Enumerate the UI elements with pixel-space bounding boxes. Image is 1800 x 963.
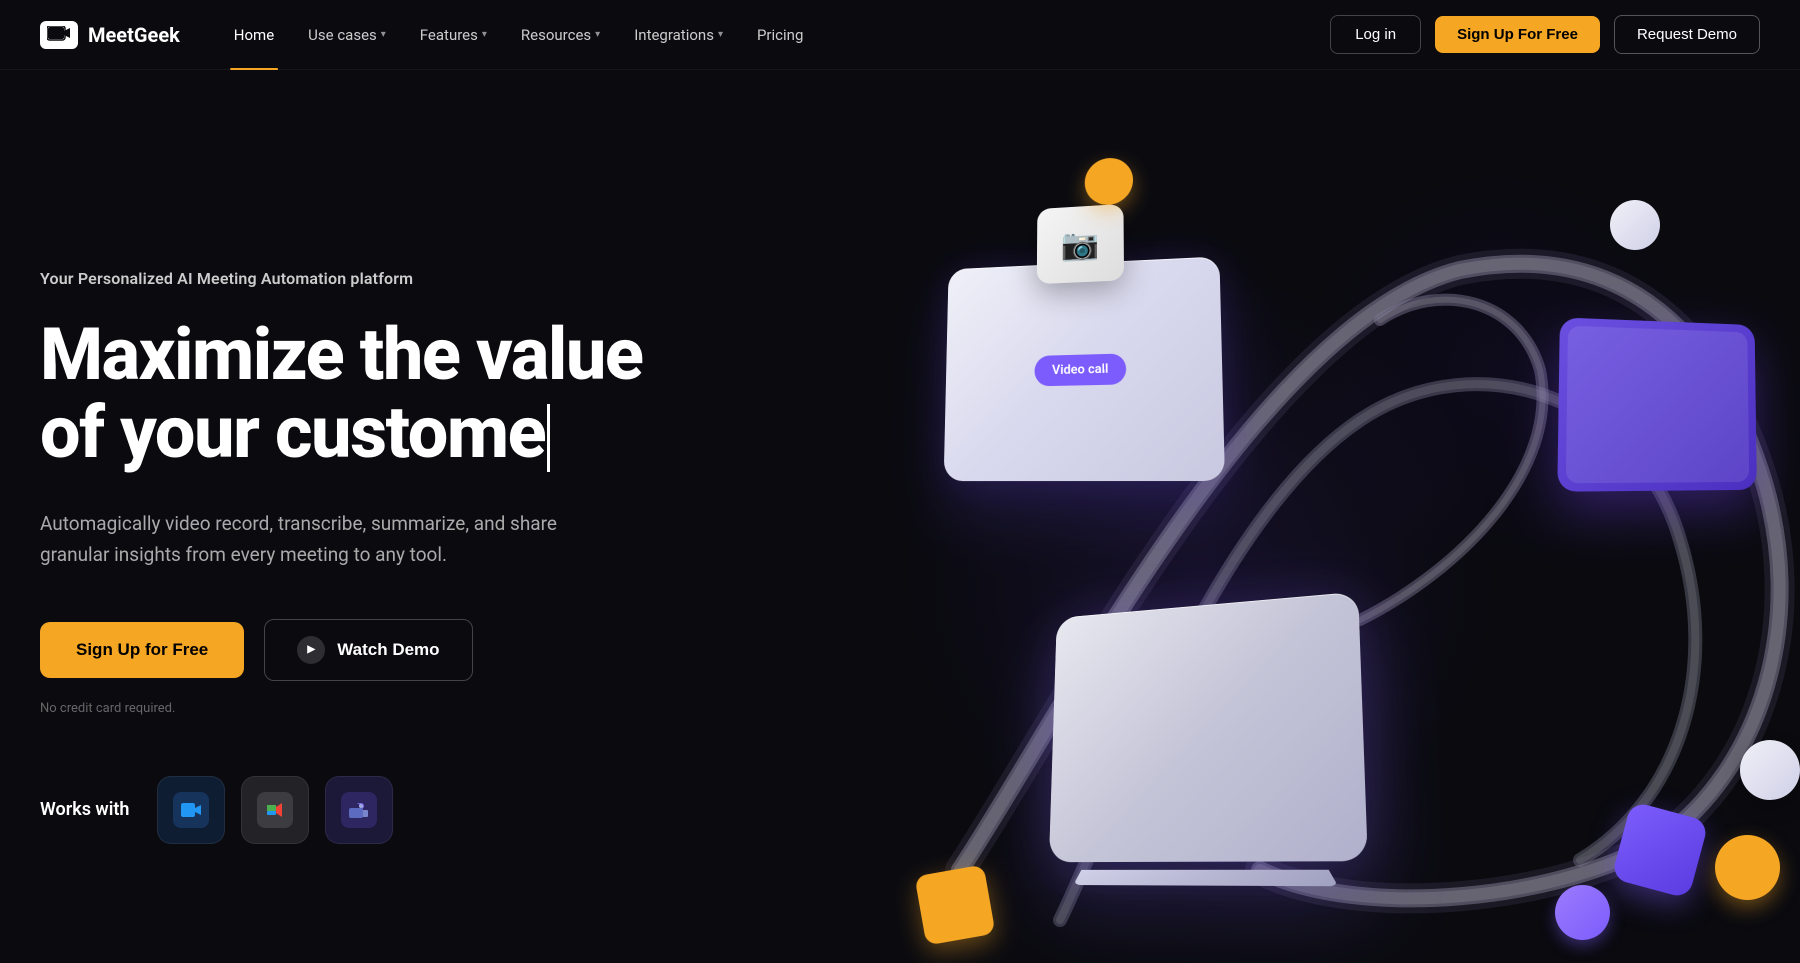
watch-demo-label: Watch Demo xyxy=(337,640,439,660)
visual-scene: 📷 Video call xyxy=(860,120,1800,963)
hero-content: Your Personalized AI Meeting Automation … xyxy=(40,229,643,843)
nav-link-pricing[interactable]: Pricing xyxy=(743,18,817,52)
integration-icon-teams[interactable] xyxy=(325,776,393,844)
nav-right: Log in Sign Up For Free Request Demo xyxy=(1330,15,1760,54)
hero-heading-line2: of your custome xyxy=(40,390,545,475)
signup-nav-button[interactable]: Sign Up For Free xyxy=(1435,16,1600,53)
nav-link-home[interactable]: Home xyxy=(220,18,288,52)
character-purple xyxy=(1555,885,1610,940)
request-demo-button[interactable]: Request Demo xyxy=(1614,15,1760,54)
navbar: MeetGeek Home Use cases ▾ Features ▾ Res… xyxy=(0,0,1800,70)
hero-heading: Maximize the value of your custome xyxy=(40,316,643,472)
cursor-blink xyxy=(547,404,550,472)
hero-buttons: Sign Up for Free ▶ Watch Demo xyxy=(40,619,643,681)
integration-icon-zoom[interactable] xyxy=(157,776,225,844)
signup-hero-button[interactable]: Sign Up for Free xyxy=(40,622,244,678)
nav-link-resources[interactable]: Resources ▾ xyxy=(507,18,614,52)
video-call-label: Video call xyxy=(1034,353,1126,386)
chevron-down-icon: ▾ xyxy=(595,29,600,40)
nav-link-features[interactable]: Features ▾ xyxy=(406,18,501,52)
works-with: Works with xyxy=(40,776,643,844)
monitor-element xyxy=(1557,317,1757,491)
play-icon: ▶ xyxy=(297,636,325,664)
chevron-down-icon: ▾ xyxy=(718,29,723,40)
nav-link-use-cases[interactable]: Use cases ▾ xyxy=(294,18,400,52)
nav-links: Home Use cases ▾ Features ▾ Resources ▾ … xyxy=(220,18,818,52)
main-platform-block xyxy=(1049,592,1368,863)
login-button[interactable]: Log in xyxy=(1330,15,1421,54)
hero-section: Your Personalized AI Meeting Automation … xyxy=(0,70,1800,963)
logo[interactable]: MeetGeek xyxy=(40,21,180,49)
character-orange-bottom xyxy=(1715,835,1780,900)
accessory-sphere-1 xyxy=(1740,740,1800,800)
hero-description: Automagically video record, transcribe, … xyxy=(40,508,560,571)
nav-link-integrations[interactable]: Integrations ▾ xyxy=(620,18,737,52)
logo-icon xyxy=(40,21,78,49)
integration-icon-google-meet[interactable] xyxy=(241,776,309,844)
no-credit-card-text: No credit card required. xyxy=(40,701,643,716)
works-with-label: Works with xyxy=(40,799,129,820)
nav-left: MeetGeek Home Use cases ▾ Features ▾ Res… xyxy=(40,18,817,52)
hero-heading-line1: Maximize the value xyxy=(40,312,643,397)
accessory-cube-orange xyxy=(914,864,995,945)
chevron-down-icon: ▾ xyxy=(482,29,487,40)
logo-text: MeetGeek xyxy=(88,23,180,47)
camera-box: 📷 xyxy=(1037,204,1124,284)
hero-tagline: Your Personalized AI Meeting Automation … xyxy=(40,269,643,288)
hero-visual: 📷 Video call xyxy=(860,120,1800,963)
chevron-down-icon: ▾ xyxy=(381,29,386,40)
integration-icons xyxy=(157,776,393,844)
camera-icon: 📷 xyxy=(1061,225,1099,263)
video-call-platform: 📷 Video call xyxy=(944,256,1225,481)
accessory-sphere-2 xyxy=(1610,200,1660,250)
watch-demo-button[interactable]: ▶ Watch Demo xyxy=(264,619,472,681)
